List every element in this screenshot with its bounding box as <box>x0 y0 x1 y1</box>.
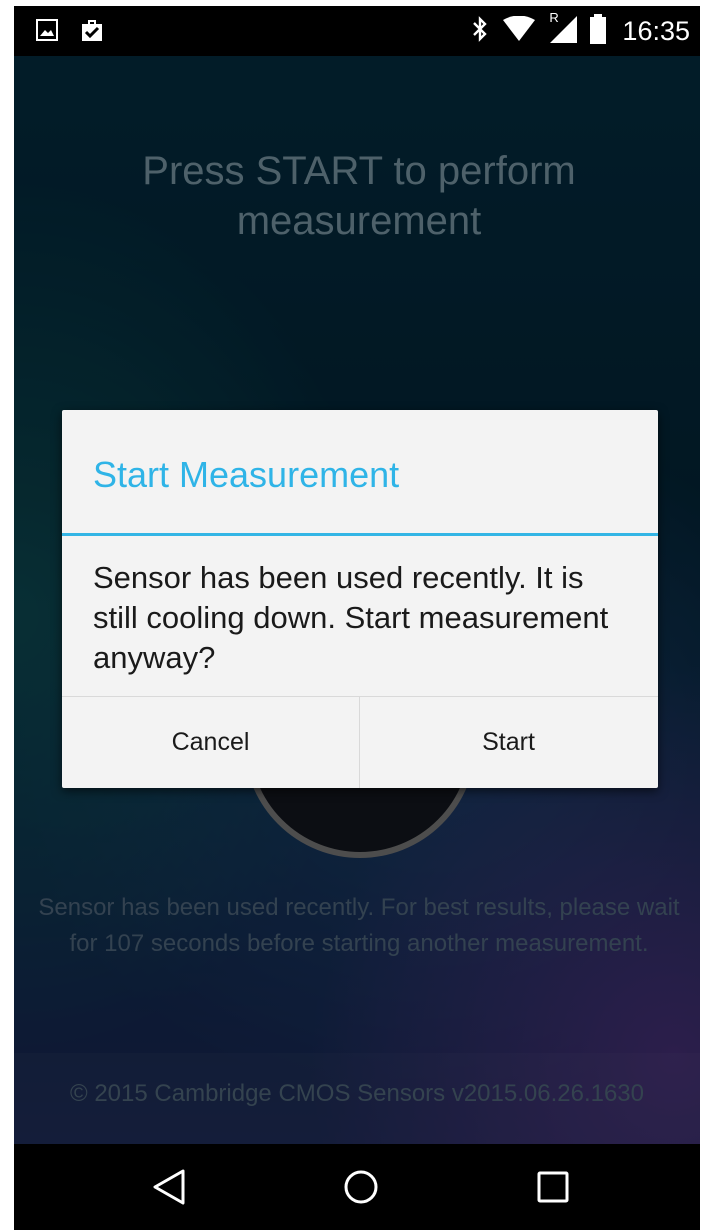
signal-roaming-icon: R <box>548 10 578 49</box>
home-icon[interactable] <box>343 1168 379 1211</box>
recent-apps-icon[interactable] <box>535 1168 571 1211</box>
start-measurement-dialog: Start Measurement Sensor has been used r… <box>62 410 658 788</box>
clock: 16:35 <box>622 16 690 46</box>
start-button[interactable]: Start <box>360 697 657 788</box>
roaming-label: R <box>549 10 559 25</box>
dialog-title-divider <box>62 533 658 536</box>
bluetooth-icon <box>470 15 490 48</box>
battery-icon <box>590 14 607 49</box>
wifi-icon <box>502 15 536 47</box>
status-bar: R 16:35 <box>14 6 700 56</box>
back-icon[interactable] <box>151 1168 187 1211</box>
cancel-button[interactable]: Cancel <box>62 697 359 788</box>
phone-screen: R 16:35 Press START to perform measureme… <box>14 6 700 1230</box>
dialog-title: Start Measurement <box>93 454 400 495</box>
image-icon <box>36 19 58 46</box>
dialog-message: Sensor has been used recently. It is sti… <box>93 560 609 675</box>
navigation-bar <box>14 1144 700 1230</box>
clipboard-check-icon <box>80 18 104 47</box>
